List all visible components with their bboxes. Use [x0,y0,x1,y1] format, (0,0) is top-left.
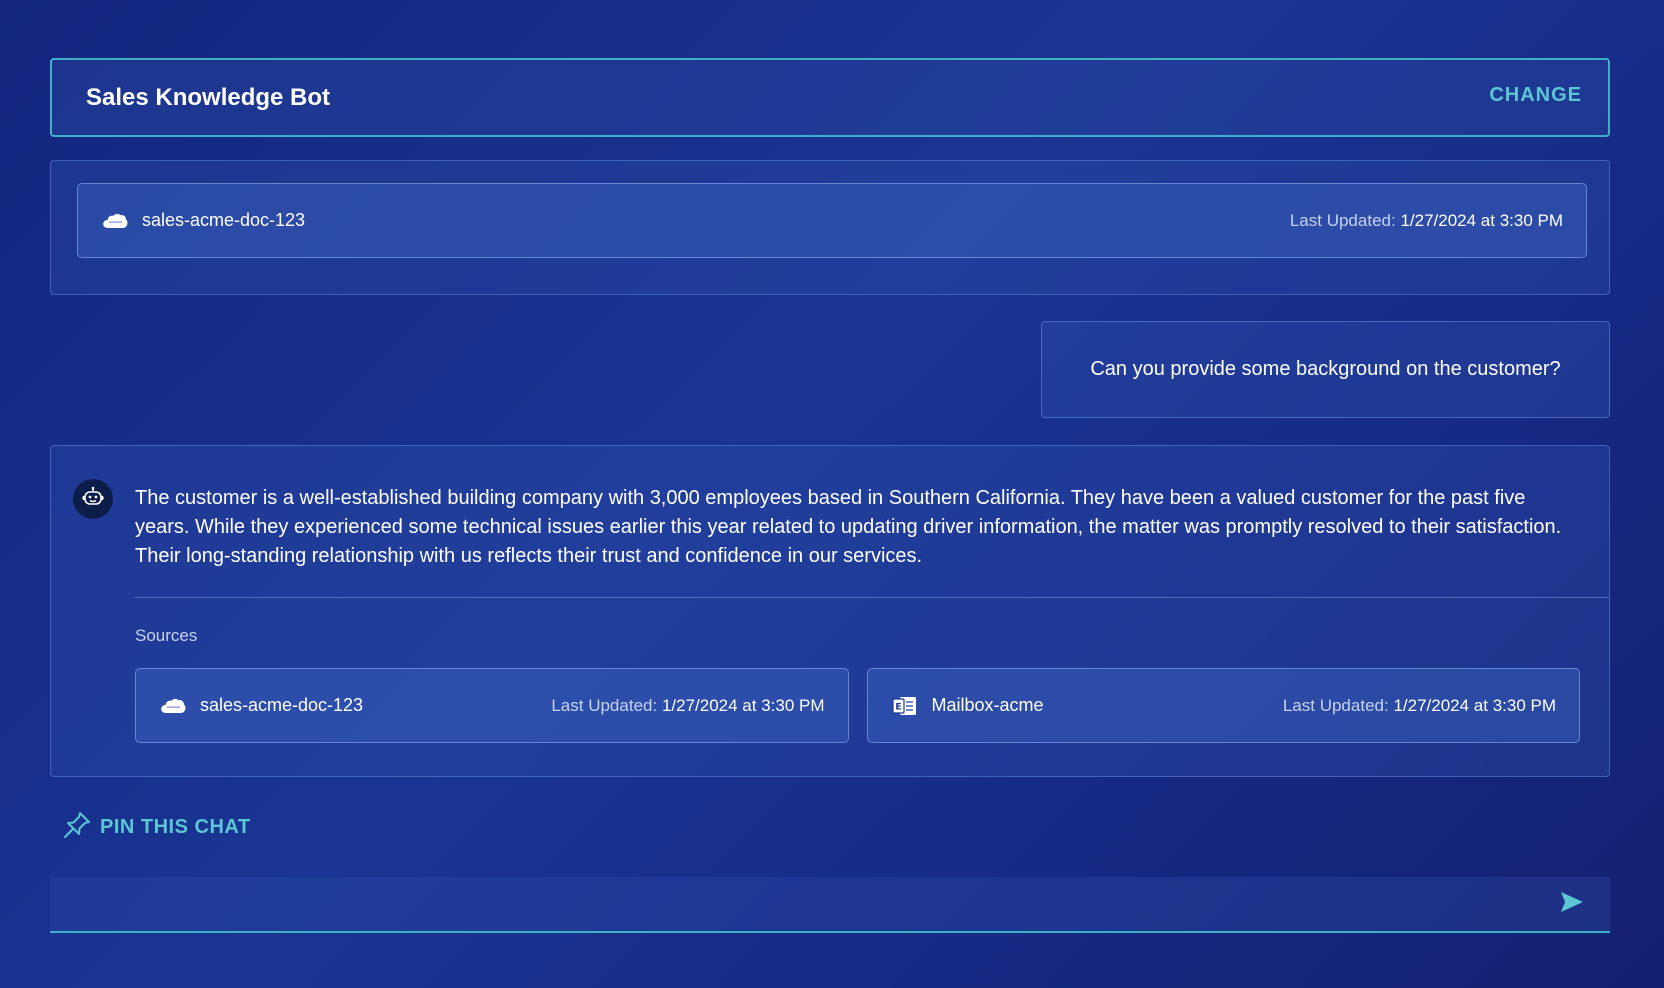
change-bot-button[interactable]: CHANGE [1489,84,1582,107]
source-updated: Last Updated: 1/27/2024 at 3:30 PM [1283,696,1556,716]
context-document-name: sales-acme-doc-123 [142,210,306,230]
send-icon [1559,890,1585,919]
sources-label: Sources [135,626,198,645]
pin-chat-button[interactable]: PIN THIS CHAT [62,810,251,845]
chat-input-bar [50,877,1610,933]
send-button[interactable] [1552,884,1592,924]
bot-selector-bar: Sales Knowledge Bot CHANGE [50,58,1610,137]
divider [135,597,1609,598]
chat-input[interactable] [50,877,1552,931]
robot-icon [81,485,105,514]
context-document-card[interactable]: sales-acme-doc-123 Last Updated: 1/27/20… [77,183,1587,258]
updated-label: Last Updated: [1289,210,1396,230]
bot-avatar [73,479,113,519]
salesforce-cloud-icon [102,211,128,231]
sources-list: sales-acme-doc-123 Last Updated: 1/27/20… [135,668,1580,743]
source-name: Mailbox-acme [931,695,1044,715]
source-card[interactable]: sales-acme-doc-123 Last Updated: 1/27/20… [135,668,849,743]
pin-chat-label: PIN THIS CHAT [100,816,251,838]
pin-icon [62,810,92,845]
source-card[interactable]: E Mailbox-acme Last Updated: 1/27/2024 a… [866,668,1580,743]
updated-value: 1/27/2024 at 3:30 PM [1393,695,1556,715]
user-message: Can you provide some background on the c… [1041,321,1610,418]
source-name: sales-acme-doc-123 [200,695,364,715]
context-panel: sales-acme-doc-123 Last Updated: 1/27/20… [50,160,1610,295]
source-updated: Last Updated: 1/27/2024 at 3:30 PM [551,696,824,716]
exchange-icon: E [891,694,918,718]
bot-name: Sales Knowledge Bot [86,83,331,111]
updated-label: Last Updated: [551,695,658,715]
salesforce-cloud-icon [160,696,186,716]
updated-label: Last Updated: [1282,695,1389,715]
context-document-updated: Last Updated: 1/27/2024 at 3:30 PM [1290,211,1563,231]
svg-text:E: E [895,702,901,712]
bot-message: The customer is a well-established build… [50,445,1610,777]
updated-value: 1/27/2024 at 3:30 PM [1400,210,1563,230]
updated-value: 1/27/2024 at 3:30 PM [661,695,825,715]
bot-message-text: The customer is a well-established build… [135,487,1562,567]
